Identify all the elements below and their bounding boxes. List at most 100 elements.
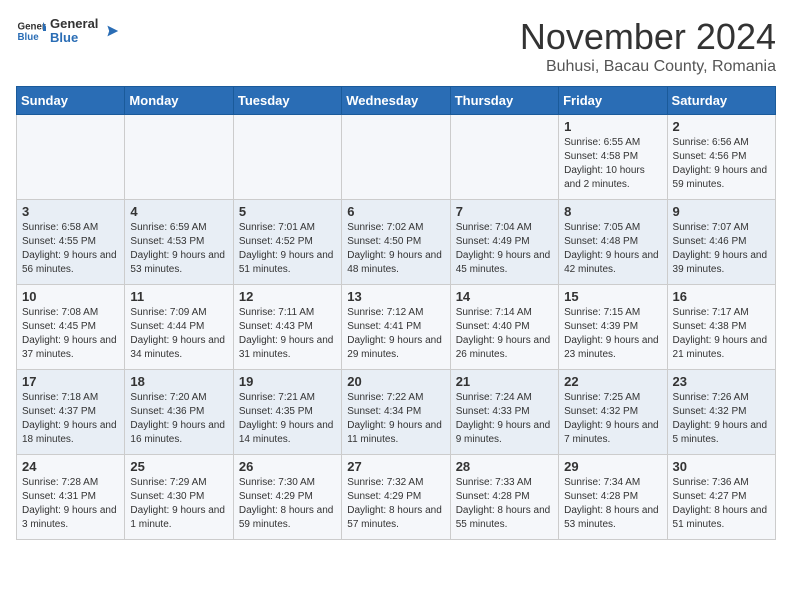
- calendar-cell: 15 Sunrise: 7:15 AM Sunset: 4:39 PM Dayli…: [559, 285, 667, 370]
- calendar-cell: 10 Sunrise: 7:08 AM Sunset: 4:45 PM Dayli…: [17, 285, 125, 370]
- day-number: 16: [673, 289, 770, 304]
- day-number: 30: [673, 459, 770, 474]
- day-info: Sunrise: 7:04 AM Sunset: 4:49 PM Dayligh…: [456, 221, 553, 277]
- day-info: Sunrise: 7:17 AM Sunset: 4:38 PM Dayligh…: [673, 306, 770, 362]
- day-number: 29: [564, 459, 661, 474]
- weekday-header-friday: Friday: [559, 87, 667, 115]
- calendar-cell: 29Sunrise: 7:34 AM Sunset: 4:28 PM Dayli…: [559, 455, 667, 540]
- calendar-week-row: 10 Sunrise: 7:08 AM Sunset: 4:45 PM Dayli…: [17, 285, 776, 370]
- calendar-cell: 27 Sunrise: 7:32 AM Sunset: 4:29 PM Dayli…: [342, 455, 450, 540]
- day-info: Sunrise: 7:07 AM Sunset: 4:46 PM Dayligh…: [673, 221, 770, 277]
- day-info: Sunrise: 7:20 AM Sunset: 4:36 PM Dayligh…: [130, 391, 227, 447]
- calendar-cell: 13 Sunrise: 7:12 AM Sunset: 4:41 PM Dayli…: [342, 285, 450, 370]
- title-area: November 2024 Buhusi, Bacau County, Roma…: [520, 16, 776, 76]
- day-number: 28: [456, 459, 553, 474]
- logo-blue-text: Blue: [50, 31, 98, 45]
- day-info: Sunrise: 7:08 AM Sunset: 4:45 PM Dayligh…: [22, 306, 119, 362]
- day-number: 12: [239, 289, 336, 304]
- calendar-week-row: 1 Sunrise: 6:55 AM Sunset: 4:58 PM Daylig…: [17, 115, 776, 200]
- calendar-cell: 4 Sunrise: 6:59 AM Sunset: 4:53 PM Daylig…: [125, 200, 233, 285]
- day-info: Sunrise: 7:26 AM Sunset: 4:32 PM Dayligh…: [673, 391, 770, 447]
- calendar-cell: [450, 115, 558, 200]
- day-number: 20: [347, 374, 444, 389]
- day-info: Sunrise: 7:15 AM Sunset: 4:39 PM Dayligh…: [564, 306, 661, 362]
- day-number: 27: [347, 459, 444, 474]
- calendar-cell: 17 Sunrise: 7:18 AM Sunset: 4:37 PM Dayli…: [17, 370, 125, 455]
- day-info: Sunrise: 7:22 AM Sunset: 4:34 PM Dayligh…: [347, 391, 444, 447]
- day-number: 15: [564, 289, 661, 304]
- day-number: 25: [130, 459, 227, 474]
- day-number: 26: [239, 459, 336, 474]
- calendar-cell: 14 Sunrise: 7:14 AM Sunset: 4:40 PM Dayli…: [450, 285, 558, 370]
- day-info: Sunrise: 7:11 AM Sunset: 4:43 PM Dayligh…: [239, 306, 336, 362]
- calendar-cell: 6Sunrise: 7:02 AM Sunset: 4:50 PM Daylig…: [342, 200, 450, 285]
- weekday-header-monday: Monday: [125, 87, 233, 115]
- day-number: 7: [456, 204, 553, 219]
- month-title: November 2024: [520, 16, 776, 58]
- calendar-cell: 26 Sunrise: 7:30 AM Sunset: 4:29 PM Dayli…: [233, 455, 341, 540]
- day-number: 21: [456, 374, 553, 389]
- day-number: 10: [22, 289, 119, 304]
- day-info: Sunrise: 7:21 AM Sunset: 4:35 PM Dayligh…: [239, 391, 336, 447]
- calendar-body: 1 Sunrise: 6:55 AM Sunset: 4:58 PM Daylig…: [17, 115, 776, 540]
- calendar-cell: 3Sunrise: 6:58 AM Sunset: 4:55 PM Daylig…: [17, 200, 125, 285]
- calendar-cell: 7 Sunrise: 7:04 AM Sunset: 4:49 PM Daylig…: [450, 200, 558, 285]
- day-number: 17: [22, 374, 119, 389]
- day-number: 14: [456, 289, 553, 304]
- day-number: 9: [673, 204, 770, 219]
- calendar-cell: 5 Sunrise: 7:01 AM Sunset: 4:52 PM Daylig…: [233, 200, 341, 285]
- svg-text:General: General: [18, 22, 47, 33]
- calendar-cell: [125, 115, 233, 200]
- day-number: 1: [564, 119, 661, 134]
- calendar-cell: 19Sunrise: 7:21 AM Sunset: 4:35 PM Dayli…: [233, 370, 341, 455]
- day-info: Sunrise: 6:59 AM Sunset: 4:53 PM Dayligh…: [130, 221, 227, 277]
- calendar-cell: [17, 115, 125, 200]
- day-number: 11: [130, 289, 227, 304]
- logo-icon: General Blue: [16, 16, 46, 46]
- logo: General Blue General Blue: [16, 16, 120, 46]
- day-number: 8: [564, 204, 661, 219]
- day-number: 4: [130, 204, 227, 219]
- day-info: Sunrise: 7:33 AM Sunset: 4:28 PM Dayligh…: [456, 476, 553, 532]
- weekday-header-wednesday: Wednesday: [342, 87, 450, 115]
- day-info: Sunrise: 6:58 AM Sunset: 4:55 PM Dayligh…: [22, 221, 119, 277]
- day-info: Sunrise: 7:32 AM Sunset: 4:29 PM Dayligh…: [347, 476, 444, 532]
- header: General Blue General Blue November 2024 …: [16, 16, 776, 76]
- calendar-cell: 24Sunrise: 7:28 AM Sunset: 4:31 PM Dayli…: [17, 455, 125, 540]
- day-info: Sunrise: 7:29 AM Sunset: 4:30 PM Dayligh…: [130, 476, 227, 532]
- day-info: Sunrise: 7:01 AM Sunset: 4:52 PM Dayligh…: [239, 221, 336, 277]
- day-number: 13: [347, 289, 444, 304]
- day-info: Sunrise: 6:56 AM Sunset: 4:56 PM Dayligh…: [673, 136, 770, 192]
- calendar-cell: 25 Sunrise: 7:29 AM Sunset: 4:30 PM Dayli…: [125, 455, 233, 540]
- calendar-cell: [342, 115, 450, 200]
- calendar-cell: 16 Sunrise: 7:17 AM Sunset: 4:38 PM Dayli…: [667, 285, 775, 370]
- day-number: 23: [673, 374, 770, 389]
- calendar-cell: 28 Sunrise: 7:33 AM Sunset: 4:28 PM Dayli…: [450, 455, 558, 540]
- calendar-cell: 21 Sunrise: 7:24 AM Sunset: 4:33 PM Dayli…: [450, 370, 558, 455]
- calendar-cell: 30 Sunrise: 7:36 AM Sunset: 4:27 PM Dayli…: [667, 455, 775, 540]
- logo-arrow-icon: [102, 22, 120, 40]
- calendar-week-row: 3Sunrise: 6:58 AM Sunset: 4:55 PM Daylig…: [17, 200, 776, 285]
- calendar-cell: 1 Sunrise: 6:55 AM Sunset: 4:58 PM Daylig…: [559, 115, 667, 200]
- day-info: Sunrise: 6:55 AM Sunset: 4:58 PM Dayligh…: [564, 136, 661, 192]
- day-info: Sunrise: 7:30 AM Sunset: 4:29 PM Dayligh…: [239, 476, 336, 532]
- day-info: Sunrise: 7:09 AM Sunset: 4:44 PM Dayligh…: [130, 306, 227, 362]
- calendar-cell: 9 Sunrise: 7:07 AM Sunset: 4:46 PM Daylig…: [667, 200, 775, 285]
- day-number: 18: [130, 374, 227, 389]
- calendar-header: SundayMondayTuesdayWednesdayThursdayFrid…: [17, 87, 776, 115]
- day-info: Sunrise: 7:05 AM Sunset: 4:48 PM Dayligh…: [564, 221, 661, 277]
- day-info: Sunrise: 7:12 AM Sunset: 4:41 PM Dayligh…: [347, 306, 444, 362]
- day-info: Sunrise: 7:14 AM Sunset: 4:40 PM Dayligh…: [456, 306, 553, 362]
- calendar-table: SundayMondayTuesdayWednesdayThursdayFrid…: [16, 86, 776, 540]
- day-number: 5: [239, 204, 336, 219]
- location-title: Buhusi, Bacau County, Romania: [520, 58, 776, 76]
- weekday-header-sunday: Sunday: [17, 87, 125, 115]
- day-info: Sunrise: 7:02 AM Sunset: 4:50 PM Dayligh…: [347, 221, 444, 277]
- day-info: Sunrise: 7:36 AM Sunset: 4:27 PM Dayligh…: [673, 476, 770, 532]
- calendar-week-row: 24Sunrise: 7:28 AM Sunset: 4:31 PM Dayli…: [17, 455, 776, 540]
- weekday-header-saturday: Saturday: [667, 87, 775, 115]
- logo-general-text: General: [50, 17, 98, 31]
- day-info: Sunrise: 7:24 AM Sunset: 4:33 PM Dayligh…: [456, 391, 553, 447]
- day-info: Sunrise: 7:25 AM Sunset: 4:32 PM Dayligh…: [564, 391, 661, 447]
- day-info: Sunrise: 7:18 AM Sunset: 4:37 PM Dayligh…: [22, 391, 119, 447]
